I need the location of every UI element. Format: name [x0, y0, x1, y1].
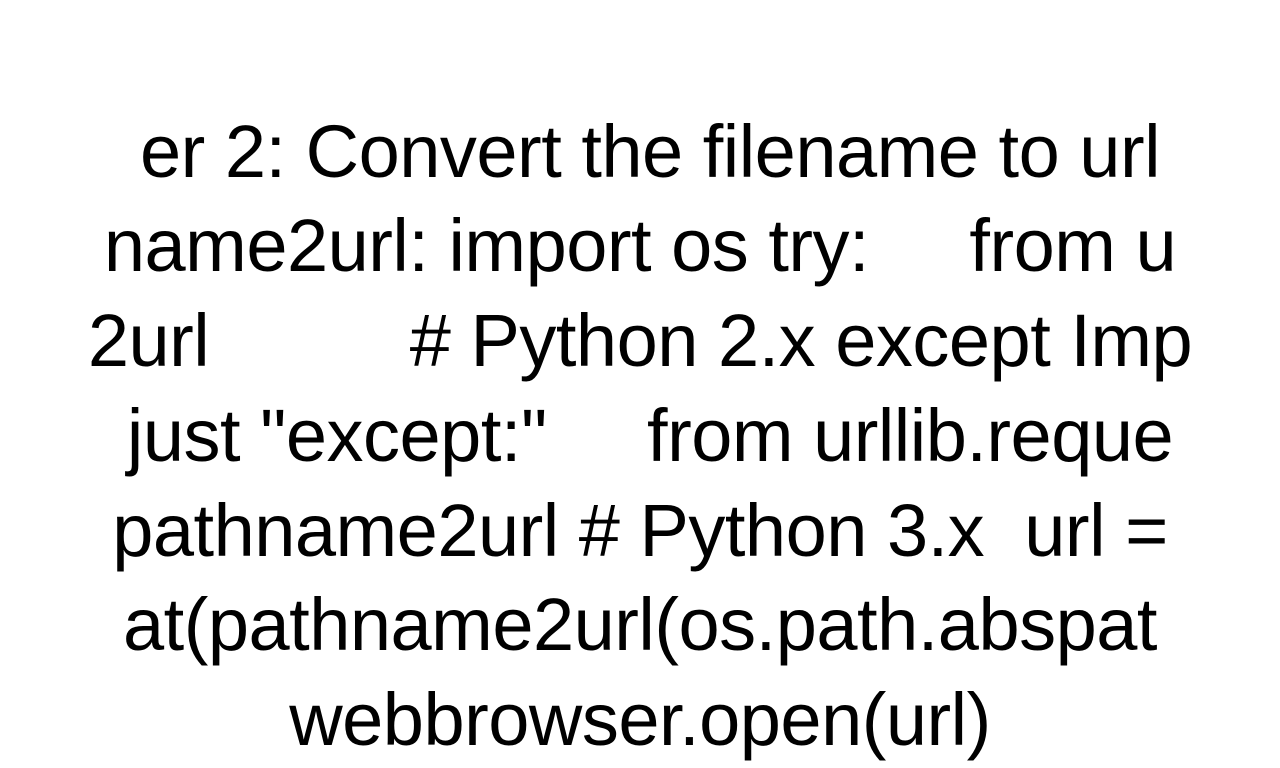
- code-snippet-text: er 2: Convert the filename to url name2u…: [0, 0, 1280, 768]
- line-1: er 2: Convert the filename to url: [140, 110, 1180, 193]
- line-5: pathname2url # Python 3.x url =: [112, 489, 1168, 572]
- line-2: name2url: import os try: from u: [104, 204, 1176, 287]
- line-4: just "except:" from urllib.reque: [107, 394, 1173, 477]
- line-6: at(pathname2url(os.path.abspat: [123, 583, 1157, 666]
- line-3: 2url # Python 2.x except Imp: [88, 299, 1192, 382]
